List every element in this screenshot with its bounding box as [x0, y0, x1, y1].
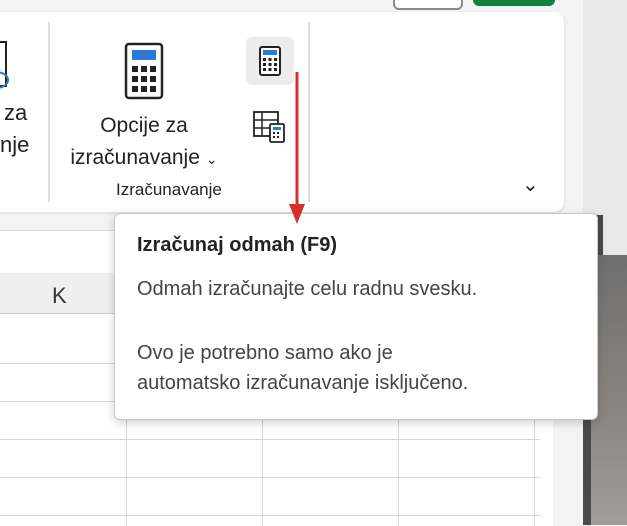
top-button-outline[interactable] [393, 0, 463, 10]
tooltip-note-line-2: automatsko izračunavanje isključeno. [137, 372, 469, 394]
calculate-sheet-icon [253, 111, 285, 143]
calculator-icon [124, 42, 164, 100]
calc-options-label-2: izračunavanje ⌄ [70, 146, 218, 169]
annotation-arrow-icon [289, 72, 305, 224]
tooltip-note-line-1: Ovo je potrebno samo ako je [137, 342, 393, 364]
ribbon-separator [308, 22, 310, 202]
ribbon-collapse-chevron-icon[interactable]: ⌄ [522, 172, 539, 197]
partial-button-label-2: nje [0, 132, 30, 157]
partial-button-label-1: za [4, 100, 28, 125]
grid-line [0, 477, 540, 478]
calc-options-label-1: Opcije za [100, 114, 188, 137]
chevron-down-icon: ⌄ [205, 151, 218, 167]
calculation-options-button[interactable]: Opcije za izračunavanje ⌄ [60, 42, 228, 182]
calculate-sheet-button[interactable] [248, 104, 292, 148]
tooltip-title: Izračunaj odmah (F9) [137, 234, 338, 256]
grid-line [0, 439, 540, 440]
top-button-primary[interactable] [473, 0, 555, 6]
grid-line [0, 515, 540, 516]
ribbon-group-label: Izračunavanje [116, 180, 222, 199]
tooltip-description: Odmah izračunajte celu radnu svesku. [137, 278, 478, 300]
partial-icon [0, 41, 9, 89]
ribbon-panel: za nje Opcije za izračunavanje ⌄ Izračun… [0, 12, 564, 212]
ribbon-separator [48, 22, 50, 202]
tooltip-calculate-now: Izračunaj odmah (F9) Odmah izračunajte c… [114, 213, 598, 420]
column-header-k[interactable]: K [52, 283, 67, 309]
